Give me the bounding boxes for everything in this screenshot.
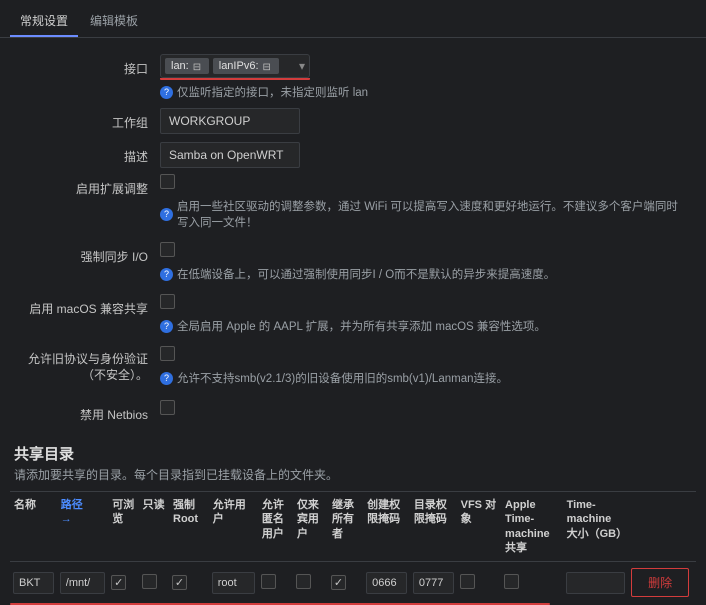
col-ro: 只读 bbox=[139, 492, 169, 562]
workgroup-input[interactable] bbox=[160, 108, 300, 134]
col-tm-size: Time-machine 大小（GB） bbox=[563, 492, 628, 562]
col-dmask: 目录权限掩码 bbox=[410, 492, 457, 562]
col-browse: 可浏览 bbox=[108, 492, 138, 562]
share-guestonly-checkbox[interactable] bbox=[296, 574, 311, 589]
interface-chip-lan[interactable]: lan: bbox=[165, 58, 209, 74]
chevron-down-icon: ▾ bbox=[299, 59, 305, 73]
col-vfs: VFS 对象 bbox=[457, 492, 501, 562]
interface-chip-lanipv6[interactable]: lanIPv6: bbox=[213, 58, 279, 74]
interface-label: 接口 bbox=[20, 54, 160, 77]
shares-heading: 共享目录 bbox=[0, 435, 706, 466]
netbios-label: 禁用 Netbios bbox=[20, 400, 160, 423]
ext-tuning-checkbox[interactable] bbox=[160, 174, 175, 189]
tab-bar: 常规设置 编辑模板 bbox=[0, 0, 706, 38]
tab-edit-template[interactable]: 编辑模板 bbox=[80, 6, 148, 37]
help-icon[interactable]: ? bbox=[160, 208, 173, 221]
share-ro-checkbox[interactable] bbox=[142, 574, 157, 589]
delete-share-button[interactable]: 删除 bbox=[631, 568, 689, 597]
description-input[interactable] bbox=[160, 142, 300, 168]
macos-label: 启用 macOS 兼容共享 bbox=[20, 294, 160, 317]
share-users-input[interactable] bbox=[212, 572, 255, 594]
help-icon[interactable]: ? bbox=[160, 372, 173, 385]
legacy-label: 允许旧协议与身份验证（不安全）。 bbox=[20, 346, 160, 383]
help-icon[interactable]: ? bbox=[160, 320, 173, 333]
force-sync-checkbox[interactable] bbox=[160, 242, 175, 257]
col-path[interactable]: 路径→ bbox=[57, 492, 108, 562]
share-path-input[interactable] bbox=[60, 572, 105, 594]
col-timemachine: Apple Time-machine 共享 bbox=[501, 492, 563, 562]
share-dmask-input[interactable] bbox=[413, 572, 454, 594]
ext-tuning-hint: ? 启用一些社区驱动的调整参数，通过 WiFi 可以提高写入速度和更好地运行。不… bbox=[160, 198, 686, 230]
share-cmask-input[interactable] bbox=[366, 572, 407, 594]
interface-select[interactable]: lan: lanIPv6: ▾ bbox=[160, 54, 310, 78]
col-name: 名称 bbox=[10, 492, 57, 562]
share-froot-checkbox[interactable]: ✓ bbox=[172, 575, 187, 590]
col-guest-only: 仅来宾用户 bbox=[293, 492, 328, 562]
share-inherit-checkbox[interactable]: ✓ bbox=[331, 575, 346, 590]
col-users: 允许用户 bbox=[209, 492, 258, 562]
netbios-checkbox[interactable] bbox=[160, 400, 175, 415]
col-guest: 允许匿名用户 bbox=[258, 492, 293, 562]
col-inherit: 继承所有者 bbox=[328, 492, 363, 562]
shares-table: 名称 路径→ 可浏览 只读 强制 Root 允许用户 允许匿名用户 仅来宾用户 … bbox=[10, 491, 696, 603]
help-icon[interactable]: ? bbox=[160, 86, 173, 99]
share-vfs-checkbox[interactable] bbox=[460, 574, 475, 589]
macos-hint: ? 全局启用 Apple 的 AAPL 扩展，并为所有共享添加 macOS 兼容… bbox=[160, 318, 686, 334]
col-force-root: 强制 Root bbox=[169, 492, 209, 562]
macos-checkbox[interactable] bbox=[160, 294, 175, 309]
workgroup-label: 工作组 bbox=[20, 108, 160, 131]
ext-tuning-label: 启用扩展调整 bbox=[20, 174, 160, 197]
legacy-checkbox[interactable] bbox=[160, 346, 175, 361]
shares-sub: 请添加要共享的目录。每个目录指到已挂载设备上的文件夹。 bbox=[0, 466, 706, 491]
share-row: ✓ ✓ ✓ 删除 bbox=[10, 562, 696, 604]
force-sync-hint: ? 在低端设备上，可以通过强制使用同步I / O而不是默认的异步来提高速度。 bbox=[160, 266, 686, 282]
general-form: 接口 lan: lanIPv6: ▾ ? 仅监听指定的接口，未指定则监听 lan… bbox=[0, 38, 706, 435]
force-sync-label: 强制同步 I/O bbox=[20, 242, 160, 265]
share-tmsize-input[interactable] bbox=[566, 572, 625, 594]
share-guest-checkbox[interactable] bbox=[261, 574, 276, 589]
description-label: 描述 bbox=[20, 142, 160, 165]
remove-chip-icon[interactable] bbox=[193, 61, 203, 71]
share-name-input[interactable] bbox=[13, 572, 54, 594]
help-icon[interactable]: ? bbox=[160, 268, 173, 281]
share-tm-checkbox[interactable] bbox=[504, 574, 519, 589]
tab-general[interactable]: 常规设置 bbox=[10, 6, 78, 37]
share-browse-checkbox[interactable]: ✓ bbox=[111, 575, 126, 590]
remove-chip-icon[interactable] bbox=[263, 61, 273, 71]
col-cmask: 创建权限掩码 bbox=[363, 492, 410, 562]
interface-hint: ? 仅监听指定的接口，未指定则监听 lan bbox=[160, 84, 686, 100]
legacy-hint: ? 允许不支持smb(v2.1/3)的旧设备使用旧的smb(v1)/Lanman… bbox=[160, 370, 686, 386]
